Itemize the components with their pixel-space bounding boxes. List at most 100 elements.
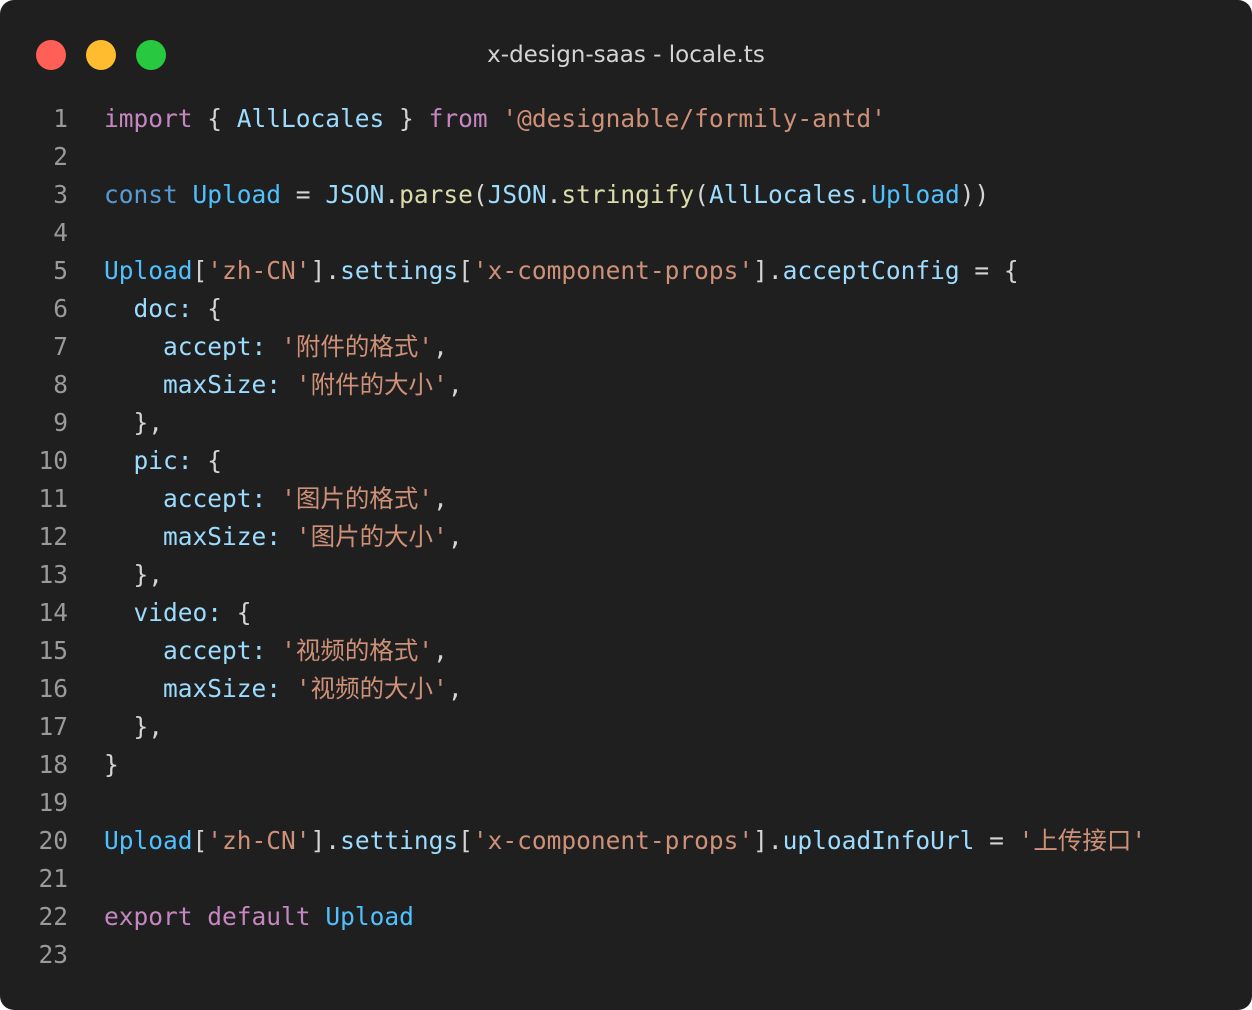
- code-text: maxSize: '视频的大小',: [104, 670, 463, 708]
- class-name-token: Upload: [192, 180, 282, 209]
- line-number: 10: [38, 446, 68, 475]
- punctuation-token: {: [192, 446, 223, 475]
- punctuation-token: {: [192, 104, 237, 133]
- punctuation-token: [104, 332, 163, 361]
- variable-token: settings: [340, 256, 459, 285]
- code-line: 16 maxSize: '视频的大小',: [0, 670, 1252, 708]
- line-number: 13: [38, 560, 68, 589]
- punctuation-token: [311, 902, 326, 931]
- punctuation-token: (: [472, 180, 488, 209]
- punctuation-token: [266, 636, 281, 665]
- variable-token: :: [251, 484, 267, 513]
- code-line: 22 export default Upload: [0, 898, 1252, 936]
- string-token: '图片的大小': [295, 522, 448, 551]
- keyword-token: default: [207, 902, 311, 931]
- punctuation-token: .: [856, 180, 872, 209]
- variable-token: uploadInfoUrl: [782, 826, 975, 855]
- variable-token: :: [251, 332, 267, 361]
- punctuation-token: ].: [310, 256, 341, 285]
- line-number: 9: [53, 408, 68, 437]
- punctuation-token: .: [384, 180, 400, 209]
- variable-token: maxSize: [163, 522, 267, 551]
- code-line: 7 accept: '附件的格式',: [0, 328, 1252, 366]
- punctuation-token: ].: [310, 826, 341, 855]
- code-line: 12 maxSize: '图片的大小',: [0, 518, 1252, 556]
- function-token: parse: [399, 180, 473, 209]
- code-line: 18}: [0, 746, 1252, 784]
- code-text: maxSize: '图片的大小',: [104, 518, 463, 556]
- punctuation-token: [281, 522, 296, 551]
- punctuation-token: =: [974, 826, 1019, 855]
- variable-token: accept: [163, 484, 252, 513]
- punctuation-token: [104, 484, 163, 513]
- code-text: import { AllLocales } from '@designable/…: [104, 100, 886, 138]
- code-line: 4: [0, 214, 1252, 252]
- variable-token: accept: [163, 636, 252, 665]
- code-line: 2: [0, 138, 1252, 176]
- variable-token: :: [177, 446, 193, 475]
- string-token: '视频的格式': [281, 636, 434, 665]
- punctuation-token: [104, 598, 134, 627]
- code-line: 19: [0, 784, 1252, 822]
- title-bar: x-design-saas - locale.ts: [0, 0, 1252, 100]
- line-number: 17: [38, 712, 68, 741]
- code-line: 9 },: [0, 404, 1252, 442]
- string-token: '@designable/formily-antd': [502, 104, 886, 133]
- variable-token: maxSize: [163, 370, 267, 399]
- variable-token: AllLocales: [236, 104, 385, 133]
- code-text: Upload['zh-CN'].settings['x-component-pr…: [104, 252, 1019, 290]
- punctuation-token: ,: [447, 674, 463, 703]
- punctuation-token: [: [458, 256, 473, 285]
- variable-token: JSON: [325, 180, 385, 209]
- string-token: '上传接口': [1018, 826, 1147, 855]
- string-token: '附件的格式': [281, 332, 434, 361]
- code-line: 15 accept: '视频的格式',: [0, 632, 1252, 670]
- punctuation-token: },: [104, 560, 164, 589]
- code-line: 13 },: [0, 556, 1252, 594]
- variable-token: doc: [133, 294, 178, 323]
- line-number: 14: [38, 598, 68, 627]
- punctuation-token: [266, 332, 281, 361]
- line-number: 18: [38, 750, 68, 779]
- function-token: stringify: [561, 180, 695, 209]
- punctuation-token: [266, 484, 281, 513]
- code-editor[interactable]: 1 import { AllLocales } from '@designable…: [0, 100, 1252, 974]
- punctuation-token: ,: [433, 636, 448, 665]
- punctuation-token: }: [104, 750, 119, 779]
- string-token: 'x-component-props': [472, 826, 754, 855]
- line-number: 12: [38, 522, 68, 551]
- variable-token: :: [251, 636, 267, 665]
- code-text: pic: {: [104, 442, 223, 480]
- code-line: 20 Upload['zh-CN'].settings['x-component-…: [0, 822, 1252, 860]
- line-number: 4: [53, 218, 68, 247]
- code-line: 21: [0, 860, 1252, 898]
- line-number: 22: [38, 902, 68, 931]
- punctuation-token: [488, 104, 503, 133]
- variable-token: AllLocales: [708, 180, 857, 209]
- line-number: 3: [53, 180, 68, 209]
- line-number: 7: [53, 332, 68, 361]
- variable-token: acceptConfig: [782, 256, 960, 285]
- variable-token: :: [207, 598, 223, 627]
- string-token: '附件的大小': [295, 370, 448, 399]
- code-text: Upload['zh-CN'].settings['x-component-pr…: [104, 822, 1146, 860]
- class-name-token: Upload: [325, 902, 414, 931]
- line-number: 5: [53, 256, 68, 285]
- variable-token: :: [177, 294, 193, 323]
- keyword-token: from: [428, 104, 488, 133]
- line-number: 23: [38, 940, 68, 969]
- keyword-token: export: [104, 902, 193, 931]
- line-number: 15: [38, 636, 68, 665]
- punctuation-token: .: [546, 180, 562, 209]
- punctuation-token: [104, 446, 134, 475]
- punctuation-token: [: [192, 826, 208, 855]
- code-window: x-design-saas - locale.ts 1 import { AllL…: [0, 0, 1252, 1010]
- punctuation-token: [104, 522, 163, 551]
- variable-token: maxSize: [163, 674, 267, 703]
- string-token: 'zh-CN': [207, 826, 311, 855]
- punctuation-token: [281, 370, 296, 399]
- line-number: 8: [53, 370, 68, 399]
- code-line: 17 },: [0, 708, 1252, 746]
- punctuation-token: }: [384, 104, 429, 133]
- class-name-token: Upload: [104, 256, 193, 285]
